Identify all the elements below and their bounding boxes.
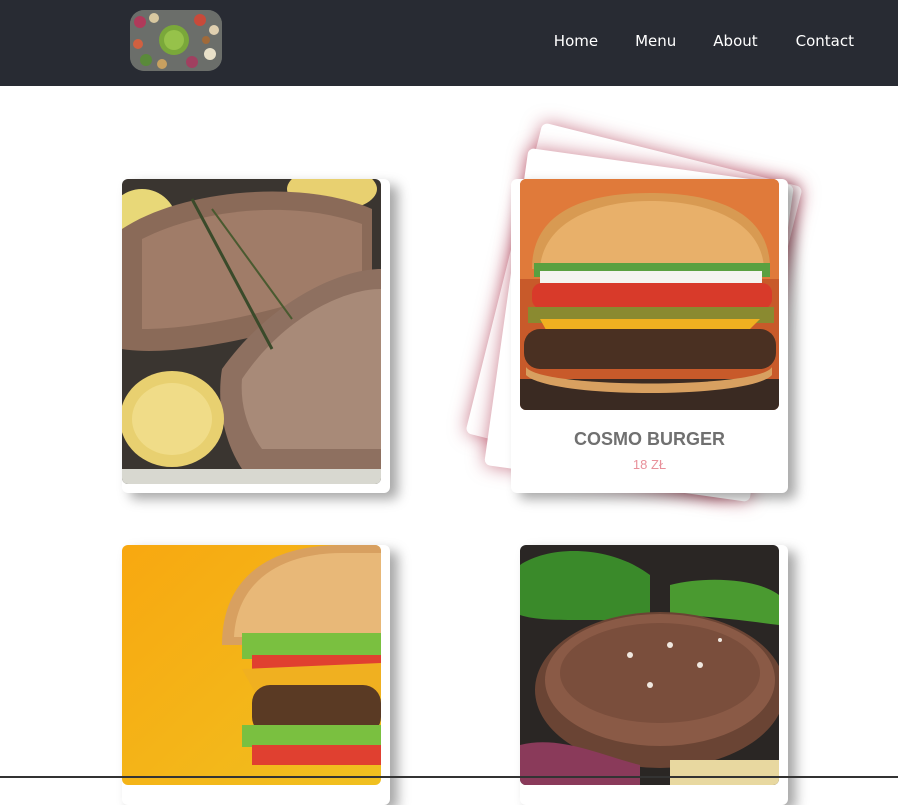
nav-menu-link[interactable]: Menu <box>635 32 676 50</box>
site-logo[interactable] <box>130 10 222 71</box>
navbar: Home Menu About Contact <box>0 0 898 86</box>
cosmo-burger-photo <box>520 179 779 410</box>
nav-contact-link[interactable]: Contact <box>796 32 854 50</box>
seared-steak-photo <box>520 545 779 785</box>
menu-card-cheeseburger[interactable] <box>122 545 390 805</box>
double-cheeseburger-photo <box>122 545 381 785</box>
nav-about-link[interactable]: About <box>713 32 757 50</box>
nav-home-link[interactable]: Home <box>554 32 598 50</box>
card-title: COSMO BURGER <box>573 429 725 449</box>
main-nav: Home Menu About Contact <box>554 32 854 50</box>
menu-card-steak[interactable] <box>122 179 390 493</box>
grilled-steak-photo <box>122 179 381 484</box>
menu-card-cosmo-burger[interactable]: COSMO BURGER 18 ZŁ <box>511 179 788 493</box>
card-price: 18 ZŁ <box>632 457 667 472</box>
menu-card-seared-steak[interactable] <box>520 545 788 805</box>
food-bowls-logo-icon <box>130 10 222 71</box>
